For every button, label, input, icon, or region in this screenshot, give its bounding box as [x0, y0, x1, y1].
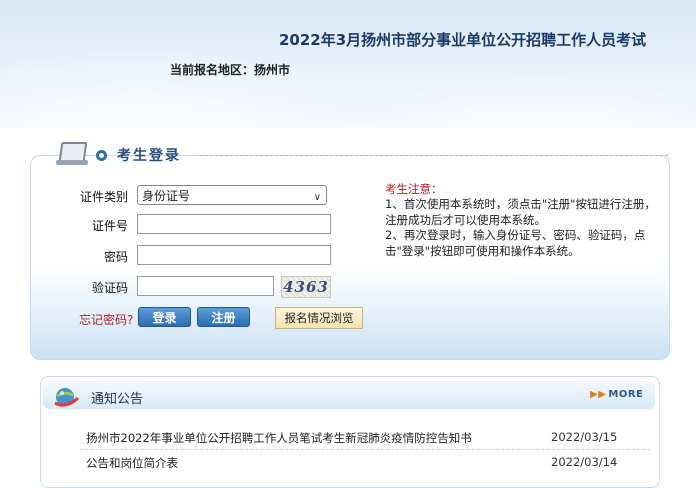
current-region: 当前报名地区：扬州市 [170, 61, 290, 78]
captcha-input[interactable] [137, 276, 274, 296]
more-link[interactable]: ▶▶ MORE [590, 389, 643, 400]
announcement-text: 公告和岗位简介表 [86, 456, 178, 470]
list-item[interactable]: 公告和岗位简介表 2022/03/14 [86, 455, 651, 471]
bullet-icon [96, 149, 107, 161]
browse-registration-button[interactable]: 报名情况浏览 [275, 307, 363, 329]
row-divider [80, 449, 650, 450]
notice-title: 考生注意： [385, 182, 443, 196]
announcement-date: 2022/03/14 [551, 455, 618, 469]
login-title: 考生登录 [117, 148, 181, 164]
notice-text: 1、首次使用本系统时，须点击"注册"按钮进行注册，注册成功后才可以使用本系统。 … [385, 197, 656, 258]
announcements-title: 通知公告 [91, 392, 144, 407]
double-arrow-icon: ▶▶ [590, 389, 607, 400]
header-background [0, 0, 696, 128]
captcha-label: 验证码 [91, 281, 128, 295]
chevron-down-icon: ∨ [313, 192, 321, 203]
list-item[interactable]: 扬州市2022年事业单位公开招聘工作人员笔试考生新冠肺炎疫情防控告知书 2022… [86, 430, 651, 446]
region-value: 扬州市 [254, 63, 291, 77]
id-type-select[interactable]: 身份证号 ∨ [137, 185, 327, 205]
id-type-label: 证件类别 [79, 190, 128, 204]
region-label: 当前报名地区： [170, 63, 255, 77]
login-header: 考生登录 [56, 140, 181, 170]
password-label: 密码 [103, 250, 128, 264]
id-number-label: 证件号 [91, 219, 128, 233]
password-input[interactable] [137, 245, 331, 265]
laptop-icon [56, 142, 90, 168]
announcement-text: 扬州市2022年事业单位公开招聘工作人员笔试考生新冠肺炎疫情防控告知书 [86, 431, 472, 445]
register-button[interactable]: 注册 [197, 307, 250, 327]
more-label: MORE [608, 389, 644, 400]
id-type-selected: 身份证号 [142, 189, 191, 203]
id-number-input[interactable] [137, 214, 331, 234]
forgot-password-link[interactable]: 忘记密码? [79, 311, 133, 328]
login-button[interactable]: 登录 [138, 307, 191, 327]
globe-icon [54, 388, 80, 407]
login-divider [200, 155, 668, 157]
announcement-date: 2022/03/15 [551, 430, 618, 444]
captcha-image[interactable]: 4363 [281, 276, 331, 298]
page-title: 2022年3月扬州市部分事业单位公开招聘工作人员考试 [279, 31, 647, 49]
